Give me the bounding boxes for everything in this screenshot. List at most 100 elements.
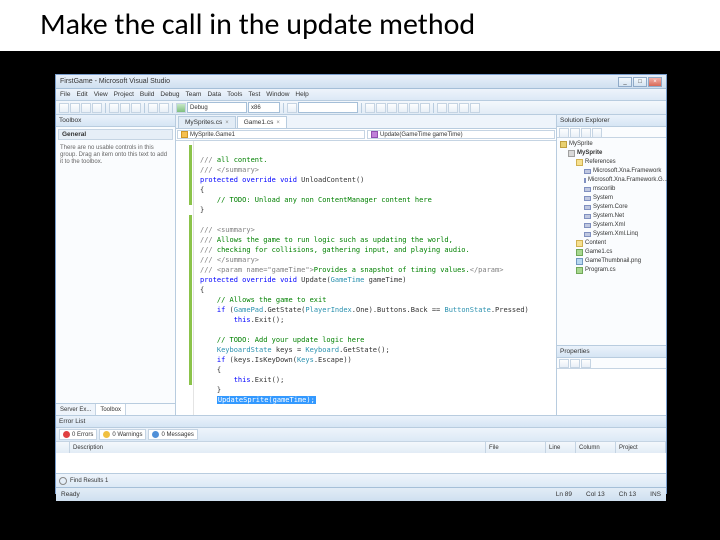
tool-icon[interactable]: [470, 103, 480, 113]
open-icon[interactable]: [70, 103, 80, 113]
sln-tool-icon[interactable]: [559, 128, 569, 138]
paste-icon[interactable]: [131, 103, 141, 113]
props-alpha-icon[interactable]: [570, 359, 580, 368]
tab-game1[interactable]: Game1.cs×: [237, 116, 287, 128]
col-project[interactable]: Project: [616, 442, 666, 453]
minimize-button[interactable]: _: [618, 77, 632, 87]
undo-icon[interactable]: [148, 103, 158, 113]
col-icon[interactable]: [56, 442, 70, 453]
tool-icon[interactable]: [437, 103, 447, 113]
file-node[interactable]: GameThumbnail.png: [560, 257, 663, 266]
menu-build[interactable]: Build: [140, 91, 154, 98]
close-icon[interactable]: ×: [276, 120, 280, 126]
tool-icon[interactable]: [398, 103, 408, 113]
menu-project[interactable]: Project: [114, 91, 134, 98]
config-select[interactable]: Debug: [187, 102, 247, 113]
ide-window: FirstGame - Microsoft Visual Studio _ □ …: [55, 74, 667, 494]
props-pages-icon[interactable]: [581, 359, 591, 368]
tab-mysprites[interactable]: MySprites.cs×: [178, 116, 236, 128]
col-line[interactable]: Line: [546, 442, 576, 453]
file-node[interactable]: Game1.cs: [560, 248, 663, 257]
content-node[interactable]: Content: [560, 239, 663, 248]
toolbox-header[interactable]: Toolbox: [56, 115, 175, 127]
menu-team[interactable]: Team: [186, 91, 202, 98]
find-results-bar: Find Results 1: [56, 473, 666, 487]
tool-icon[interactable]: [387, 103, 397, 113]
errors-filter[interactable]: 0 Errors: [59, 429, 97, 440]
col-column[interactable]: Column: [576, 442, 616, 453]
reference-item[interactable]: mscorlib: [560, 185, 663, 194]
platform-select[interactable]: x86: [248, 102, 280, 113]
tool-icon[interactable]: [459, 103, 469, 113]
properties-header[interactable]: Properties: [557, 346, 666, 358]
status-bar: Ready Ln 89 Col 13 Ch 13 INS: [56, 487, 666, 501]
cut-icon[interactable]: [109, 103, 119, 113]
reference-icon: [584, 196, 591, 201]
copy-icon[interactable]: [120, 103, 130, 113]
toolbar: Debug x86: [56, 101, 666, 115]
menu-help[interactable]: Help: [295, 91, 308, 98]
highlighted-call[interactable]: UpdateSprite(gameTime);: [217, 396, 316, 404]
close-button[interactable]: ×: [648, 77, 662, 87]
menu-test[interactable]: Test: [248, 91, 260, 98]
tab-toolbox[interactable]: Toolbox: [96, 404, 126, 415]
reference-item[interactable]: Microsoft.Xna.Framework: [560, 167, 663, 176]
tool-icon[interactable]: [420, 103, 430, 113]
tool-icon[interactable]: [448, 103, 458, 113]
code-text[interactable]: /// all content. /// </summary> protecte…: [200, 145, 548, 415]
menu-edit[interactable]: Edit: [76, 91, 87, 98]
props-categorize-icon[interactable]: [559, 359, 569, 368]
error-list-header[interactable]: Error List: [56, 416, 666, 428]
find-results-label[interactable]: Find Results 1: [70, 478, 108, 484]
title-bar[interactable]: FirstGame - Microsoft Visual Studio _ □ …: [56, 75, 666, 89]
save-icon[interactable]: [81, 103, 91, 113]
messages-filter[interactable]: 0 Messages: [148, 429, 197, 440]
redo-icon[interactable]: [159, 103, 169, 113]
menu-window[interactable]: Window: [266, 91, 289, 98]
col-description[interactable]: Description: [70, 442, 486, 453]
file-node[interactable]: Program.cs: [560, 266, 663, 275]
solution-explorer-header[interactable]: Solution Explorer: [557, 115, 666, 127]
reference-item[interactable]: Microsoft.Xna.Framework.G...: [560, 176, 663, 185]
solution-tree[interactable]: MySprite MySprite References Microsoft.X…: [557, 138, 666, 277]
references-node[interactable]: References: [560, 158, 663, 167]
class-navigator[interactable]: MySprite.Game1: [177, 130, 365, 139]
new-project-icon[interactable]: [59, 103, 69, 113]
tool-icon[interactable]: [376, 103, 386, 113]
reference-item[interactable]: System.Xml: [560, 221, 663, 230]
find-combo[interactable]: [298, 102, 358, 113]
save-all-icon[interactable]: [92, 103, 102, 113]
tab-server-explorer[interactable]: Server Ex...: [56, 404, 96, 415]
reference-item[interactable]: System.Xml.Linq: [560, 230, 663, 239]
sln-tool-icon[interactable]: [592, 128, 602, 138]
code-editor[interactable]: /// all content. /// </summary> protecte…: [176, 141, 556, 415]
warnings-filter[interactable]: 0 Warnings: [99, 429, 146, 440]
menu-tools[interactable]: Tools: [227, 91, 242, 98]
status-line: Ln 89: [556, 491, 572, 498]
member-navigator[interactable]: Update(GameTime gameTime): [367, 130, 555, 139]
error-table[interactable]: Description File Line Column Project: [56, 442, 666, 473]
toolbox-group-general[interactable]: General: [58, 129, 173, 140]
find-icon[interactable]: [287, 103, 297, 113]
sln-tool-icon[interactable]: [570, 128, 580, 138]
sln-tool-icon[interactable]: [581, 128, 591, 138]
menu-debug[interactable]: Debug: [160, 91, 179, 98]
reference-icon: [584, 214, 591, 219]
reference-item[interactable]: System.Net: [560, 212, 663, 221]
menu-data[interactable]: Data: [207, 91, 221, 98]
reference-icon: [584, 232, 591, 237]
close-icon[interactable]: ×: [225, 120, 229, 126]
menu-file[interactable]: File: [60, 91, 70, 98]
solution-node[interactable]: MySprite: [560, 140, 663, 149]
tool-icon[interactable]: [365, 103, 375, 113]
menu-view[interactable]: View: [94, 91, 108, 98]
status-char: Ch 13: [619, 491, 636, 498]
reference-item[interactable]: System: [560, 194, 663, 203]
maximize-button[interactable]: □: [633, 77, 647, 87]
properties-grid[interactable]: [557, 369, 666, 415]
start-debug-icon[interactable]: [176, 103, 186, 113]
tool-icon[interactable]: [409, 103, 419, 113]
reference-item[interactable]: System.Core: [560, 203, 663, 212]
project-node[interactable]: MySprite: [560, 149, 663, 158]
col-file[interactable]: File: [486, 442, 546, 453]
